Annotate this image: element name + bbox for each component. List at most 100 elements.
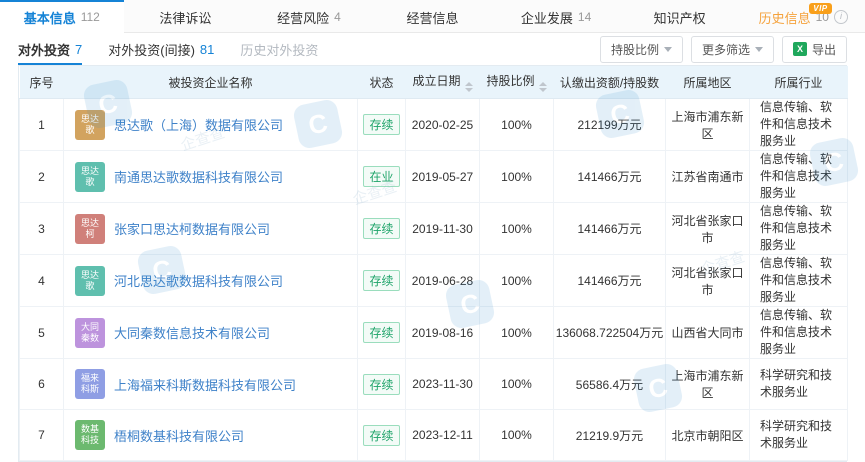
- header-no: 序号: [20, 66, 64, 99]
- avatar-line2: 歌: [85, 177, 94, 188]
- company-link[interactable]: 河北思达歌数据科技有限公司: [114, 271, 283, 290]
- tab-label: 基本信息: [24, 8, 76, 27]
- avatar-line1: 思达: [81, 114, 99, 125]
- cell-name: 思达柯张家口思达柯数据有限公司: [64, 203, 358, 255]
- company-avatar[interactable]: 思达歌: [75, 266, 105, 296]
- header-ratio[interactable]: 持股比例: [480, 66, 554, 99]
- cell-industry: 信息传输、软件和信息技术服务业: [750, 255, 848, 307]
- avatar-line2: 歌: [85, 125, 94, 136]
- tab-operation-risk[interactable]: 经营风险4: [247, 0, 371, 32]
- cell-name: 思达歌河北思达歌数据科技有限公司: [64, 255, 358, 307]
- company-name-wrap: 福来科斯上海福来科斯数据科技有限公司: [65, 369, 356, 399]
- cell-region: 江苏省南通市: [666, 151, 750, 203]
- cell-region: 上海市浦东新区: [666, 359, 750, 410]
- cell-region: 河北省张家口市: [666, 203, 750, 255]
- cell-date: 2019-06-28: [406, 255, 480, 307]
- company-avatar[interactable]: 思达歌: [75, 110, 105, 140]
- subtab-label: 对外投资(间接): [108, 40, 195, 59]
- table-row: 6福来科斯上海福来科斯数据科技有限公司存续2023-11-30100%56586…: [20, 359, 848, 410]
- subtab-outbound-investment-indirect[interactable]: 对外投资(间接) 81: [108, 33, 214, 65]
- more-filters-button[interactable]: 更多筛选: [691, 36, 774, 63]
- cell-name: 福来科斯上海福来科斯数据科技有限公司: [64, 359, 358, 410]
- cell-ratio: 100%: [480, 99, 554, 151]
- company-link[interactable]: 南通思达歌数据科技有限公司: [114, 167, 283, 186]
- cell-date: 2023-12-11: [406, 410, 480, 461]
- info-icon: i: [834, 10, 848, 24]
- subtab-outbound-investment[interactable]: 对外投资7: [18, 33, 82, 65]
- sort-desc-icon: [465, 88, 473, 92]
- cell-region: 河北省张家口市: [666, 255, 750, 307]
- company-link[interactable]: 上海福来科斯数据科技有限公司: [114, 375, 296, 394]
- avatar-line2: 秦数: [81, 333, 99, 344]
- cell-industry: 信息传输、软件和信息技术服务业: [750, 203, 848, 255]
- avatar-line2: 柯: [85, 229, 94, 240]
- subtab-count: 81: [200, 42, 214, 57]
- status-badge: 存续: [363, 322, 399, 343]
- table-row: 3思达柯张家口思达柯数据有限公司存续2019-11-30100%141466万元…: [20, 203, 848, 255]
- subtab-count: 7: [75, 42, 82, 57]
- excel-export-icon: X: [793, 42, 807, 56]
- tab-label: 企业发展: [521, 8, 573, 27]
- cell-amount: 136068.722504万元: [554, 307, 666, 359]
- table-row: 1思达歌思达歌（上海）数据有限公司存续2020-02-25100%212199万…: [20, 99, 848, 151]
- cell-ratio: 100%: [480, 203, 554, 255]
- avatar-line1: 福来: [81, 373, 99, 384]
- subtab-history-outbound-investment[interactable]: 历史对外投资: [240, 33, 318, 65]
- chevron-down-icon: [755, 47, 763, 52]
- header-label: 状态: [369, 76, 393, 90]
- company-name-wrap: 数基科技梧桐数基科技有限公司: [65, 420, 356, 450]
- cell-ratio: 100%: [480, 151, 554, 203]
- header-date[interactable]: 成立日期: [406, 66, 480, 99]
- cell-status: 存续: [358, 255, 406, 307]
- cell-no: 5: [20, 307, 64, 359]
- tab-legal-litigation[interactable]: 法律诉讼: [124, 0, 248, 32]
- shareholding-ratio-filter-button[interactable]: 持股比例: [600, 36, 683, 63]
- company-avatar[interactable]: 思达柯: [75, 214, 105, 244]
- header-industry: 所属行业: [750, 66, 848, 99]
- header-label: 所属地区: [683, 76, 731, 90]
- company-link[interactable]: 思达歌（上海）数据有限公司: [114, 115, 283, 134]
- cell-no: 2: [20, 151, 64, 203]
- vip-badge: VIP: [809, 3, 831, 14]
- company-avatar[interactable]: 大同秦数: [75, 318, 105, 348]
- cell-amount: 56586.4万元: [554, 359, 666, 410]
- status-badge: 存续: [363, 270, 399, 291]
- company-avatar[interactable]: 思达歌: [75, 162, 105, 192]
- company-link[interactable]: 大同秦数信息技术有限公司: [114, 323, 270, 342]
- company-avatar[interactable]: 福来科斯: [75, 369, 105, 399]
- company-link[interactable]: 张家口思达柯数据有限公司: [114, 219, 270, 238]
- avatar-line1: 大同: [81, 322, 99, 333]
- cell-no: 4: [20, 255, 64, 307]
- cell-no: 3: [20, 203, 64, 255]
- sort-icon[interactable]: [465, 82, 473, 92]
- company-link[interactable]: 梧桐数基科技有限公司: [114, 426, 244, 445]
- cell-region: 山西省大同市: [666, 307, 750, 359]
- tab-operation-info[interactable]: 经营信息: [371, 0, 495, 32]
- cell-industry: 科学研究和技术服务业: [750, 410, 848, 461]
- tab-basic-info[interactable]: 基本信息112: [0, 0, 124, 32]
- export-button[interactable]: X 导出: [782, 36, 847, 63]
- cell-industry: 信息传输、软件和信息技术服务业: [750, 99, 848, 151]
- sort-desc-icon: [539, 88, 547, 92]
- subtab-label: 历史对外投资: [240, 40, 318, 59]
- tab-label: 法律诉讼: [159, 8, 211, 27]
- cell-amount: 141466万元: [554, 151, 666, 203]
- cell-date: 2023-11-30: [406, 359, 480, 410]
- tab-enterprise-development[interactable]: 企业发展14: [494, 0, 618, 32]
- tab-label: 历史信息: [759, 8, 811, 27]
- avatar-line1: 思达: [81, 218, 99, 229]
- cell-date: 2019-11-30: [406, 203, 480, 255]
- cell-industry: 信息传输、软件和信息技术服务业: [750, 307, 848, 359]
- table-row: 4思达歌河北思达歌数据科技有限公司存续2019-06-28100%141466万…: [20, 255, 848, 307]
- company-avatar[interactable]: 数基科技: [75, 420, 105, 450]
- header-label: 持股比例: [486, 74, 534, 88]
- export-label: 导出: [812, 41, 836, 58]
- cell-date: 2020-02-25: [406, 99, 480, 151]
- cell-name: 大同秦数大同秦数信息技术有限公司: [64, 307, 358, 359]
- company-name-wrap: 思达柯张家口思达柯数据有限公司: [65, 214, 356, 244]
- company-name-wrap: 思达歌河北思达歌数据科技有限公司: [65, 266, 356, 296]
- tab-intellectual-property[interactable]: 知识产权: [618, 0, 742, 32]
- tab-history-info[interactable]: 历史信息10VIPi: [741, 0, 865, 32]
- sort-icon[interactable]: [539, 82, 547, 92]
- header-status: 状态: [358, 66, 406, 99]
